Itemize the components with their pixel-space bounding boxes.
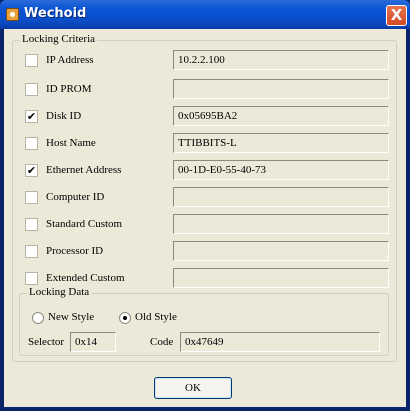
host-name-field[interactable]: TTIBBITS-L — [173, 133, 389, 153]
app-icon — [6, 8, 19, 21]
processor-id-checkbox[interactable] — [25, 245, 38, 258]
ethernet-address-label: Ethernet Address — [46, 164, 122, 176]
criteria-row-processor-id: Processor ID — [13, 241, 396, 261]
locking-data-title: Locking Data — [27, 286, 92, 298]
criteria-row-computer-id: Computer ID — [13, 187, 396, 207]
criteria-row-id-prom: ID PROM — [13, 79, 396, 99]
id-prom-label: ID PROM — [46, 83, 92, 95]
ip-address-checkbox[interactable] — [25, 54, 38, 67]
ok-button[interactable]: OK — [154, 377, 232, 399]
computer-id-checkbox[interactable] — [25, 191, 38, 204]
criteria-row-ip-address: IP Address 10.2.2.100 — [13, 50, 396, 70]
old-style-label: Old Style — [135, 311, 177, 323]
criteria-row-ethernet-address: ✔ Ethernet Address 00-1D-E0-55-40-73 — [13, 160, 396, 180]
disk-id-label: Disk ID — [46, 110, 82, 122]
extended-custom-checkbox[interactable] — [25, 272, 38, 285]
processor-id-label: Processor ID — [46, 245, 104, 257]
standard-custom-field[interactable] — [173, 214, 389, 234]
criteria-row-standard-custom: Standard Custom — [13, 214, 396, 234]
ip-address-field[interactable]: 10.2.2.100 — [173, 50, 389, 70]
criteria-row-host-name: Host Name TTIBBITS-L — [13, 133, 396, 153]
dialog-client-area: Locking Criteria IP Address 10.2.2.100 ID … — [4, 29, 406, 407]
close-button[interactable]: X — [386, 5, 407, 26]
id-prom-checkbox[interactable] — [25, 83, 38, 96]
selector-label: Selector — [28, 336, 65, 348]
new-style-radio[interactable] — [32, 312, 44, 324]
standard-custom-checkbox[interactable] — [25, 218, 38, 231]
id-prom-field[interactable] — [173, 79, 389, 99]
criteria-row-disk-id: ✔ Disk ID 0x05695BA2 — [13, 106, 396, 126]
ethernet-address-checkbox[interactable]: ✔ — [25, 164, 38, 177]
window-title: Wechoid — [24, 6, 87, 21]
criteria-row-extended-custom: Extended Custom — [13, 268, 396, 288]
computer-id-label: Computer ID — [46, 191, 105, 203]
computer-id-field[interactable] — [173, 187, 389, 207]
code-label: Code — [150, 336, 174, 348]
standard-custom-label: Standard Custom — [46, 218, 123, 230]
title-bar[interactable]: Wechoid X — [0, 0, 410, 29]
new-style-label: New Style — [48, 311, 95, 323]
locking-data-group: Locking Data New Style Old Style Selecto… — [19, 286, 389, 356]
disk-id-field[interactable]: 0x05695BA2 — [173, 106, 389, 126]
dialog-window: Wechoid X Locking Criteria IP Address 10.… — [0, 0, 410, 411]
ip-address-label: IP Address — [46, 54, 94, 66]
ethernet-address-field[interactable]: 00-1D-E0-55-40-73 — [173, 160, 389, 180]
old-style-radio[interactable] — [119, 312, 131, 324]
extended-custom-field[interactable] — [173, 268, 389, 288]
host-name-checkbox[interactable] — [25, 137, 38, 150]
host-name-label: Host Name — [46, 137, 96, 149]
locking-criteria-group: Locking Criteria IP Address 10.2.2.100 ID … — [12, 33, 397, 362]
extended-custom-label: Extended Custom — [46, 272, 125, 284]
locking-criteria-title: Locking Criteria — [20, 33, 98, 45]
code-field[interactable]: 0x47649 — [180, 332, 380, 352]
processor-id-field[interactable] — [173, 241, 389, 261]
selector-field[interactable]: 0x14 — [70, 332, 116, 352]
disk-id-checkbox[interactable]: ✔ — [25, 110, 38, 123]
